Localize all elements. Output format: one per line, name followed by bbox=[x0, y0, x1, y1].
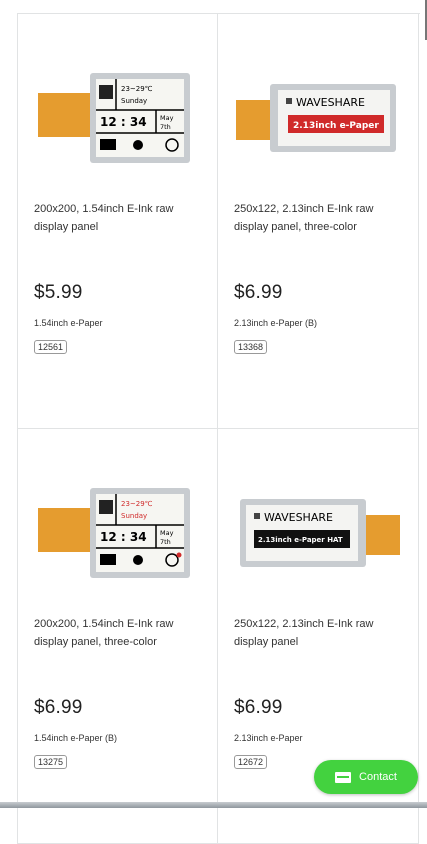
product-title[interactable]: 250x122, 2.13inch E-Ink raw display pane… bbox=[234, 615, 404, 651]
product-title[interactable]: 200x200, 1.54inch E-Ink raw display pane… bbox=[34, 200, 204, 236]
time-text: 12 : 34 bbox=[100, 530, 147, 544]
month-text: May bbox=[160, 529, 174, 537]
epaper-clock-display-image: 23~29℃ Sunday 12 : 34 May 7th bbox=[38, 488, 190, 578]
product-image[interactable]: WAVESHARE 2.13inch e-Paper HAT bbox=[234, 463, 402, 603]
product-price: $5.99 bbox=[34, 282, 83, 303]
temp-text: 23~29℃ bbox=[121, 500, 153, 508]
day-text: Sunday bbox=[121, 512, 147, 520]
product-price: $6.99 bbox=[234, 697, 283, 718]
epaper-clock-display-image: 23~29℃ Sunday 12 : 34 May 7th bbox=[38, 73, 190, 163]
day-text: Sunday bbox=[121, 97, 147, 105]
product-image[interactable]: 23~29℃ Sunday 12 : 34 May 7th bbox=[34, 48, 202, 188]
brand-text: WAVESHARE bbox=[264, 511, 333, 524]
product-title[interactable]: 250x122, 2.13inch E-Ink raw display pane… bbox=[234, 200, 404, 236]
date-text: 7th bbox=[160, 123, 171, 131]
product-variant: 2.13inch e-Paper bbox=[234, 733, 303, 743]
sku-badge: 12561 bbox=[34, 340, 68, 354]
time-text: 12 : 34 bbox=[100, 115, 147, 129]
product-card[interactable]: 23~29℃ Sunday 12 : 34 May 7th 200x200, 1… bbox=[18, 14, 218, 429]
product-variant: 2.13inch e-Paper (B) bbox=[234, 318, 318, 328]
product-grid: 23~29℃ Sunday 12 : 34 May 7th 200x200, 1… bbox=[17, 13, 420, 844]
epaper-banner-display-image: WAVESHARE 2.13inch e-Paper bbox=[236, 84, 396, 152]
sku-badge: 13368 bbox=[234, 340, 268, 354]
product-title[interactable]: 200x200, 1.54inch E-Ink raw display pane… bbox=[34, 615, 204, 651]
product-card[interactable]: 23~29℃ Sunday 12 : 34 May 7th 200x200, 1… bbox=[18, 429, 218, 844]
date-text: 7th bbox=[160, 538, 171, 546]
product-card[interactable]: WAVESHARE 2.13inch e-Paper 250x122, 2.13… bbox=[218, 14, 419, 429]
product-price: $6.99 bbox=[34, 697, 83, 718]
contact-button[interactable]: Contact bbox=[314, 760, 418, 794]
bottom-bar bbox=[0, 802, 427, 808]
sku-badge: 12672 bbox=[234, 755, 268, 769]
product-image[interactable]: WAVESHARE 2.13inch e-Paper bbox=[234, 48, 402, 188]
caption-text: 2.13inch e-Paper HAT bbox=[258, 536, 343, 544]
product-variant: 1.54inch e-Paper bbox=[34, 318, 103, 328]
mail-icon bbox=[335, 771, 352, 783]
caption-text: 2.13inch e-Paper bbox=[293, 121, 379, 131]
sku-badge: 13275 bbox=[34, 755, 68, 769]
product-variant: 1.54inch e-Paper (B) bbox=[34, 733, 118, 743]
brand-text: WAVESHARE bbox=[296, 96, 365, 109]
temp-text: 23~29℃ bbox=[121, 85, 153, 93]
product-image[interactable]: 23~29℃ Sunday 12 : 34 May 7th bbox=[34, 463, 202, 603]
contact-label: Contact bbox=[359, 771, 397, 783]
product-price: $6.99 bbox=[234, 282, 283, 303]
epaper-banner-display-image: WAVESHARE 2.13inch e-Paper HAT bbox=[240, 499, 400, 567]
month-text: May bbox=[160, 114, 174, 122]
